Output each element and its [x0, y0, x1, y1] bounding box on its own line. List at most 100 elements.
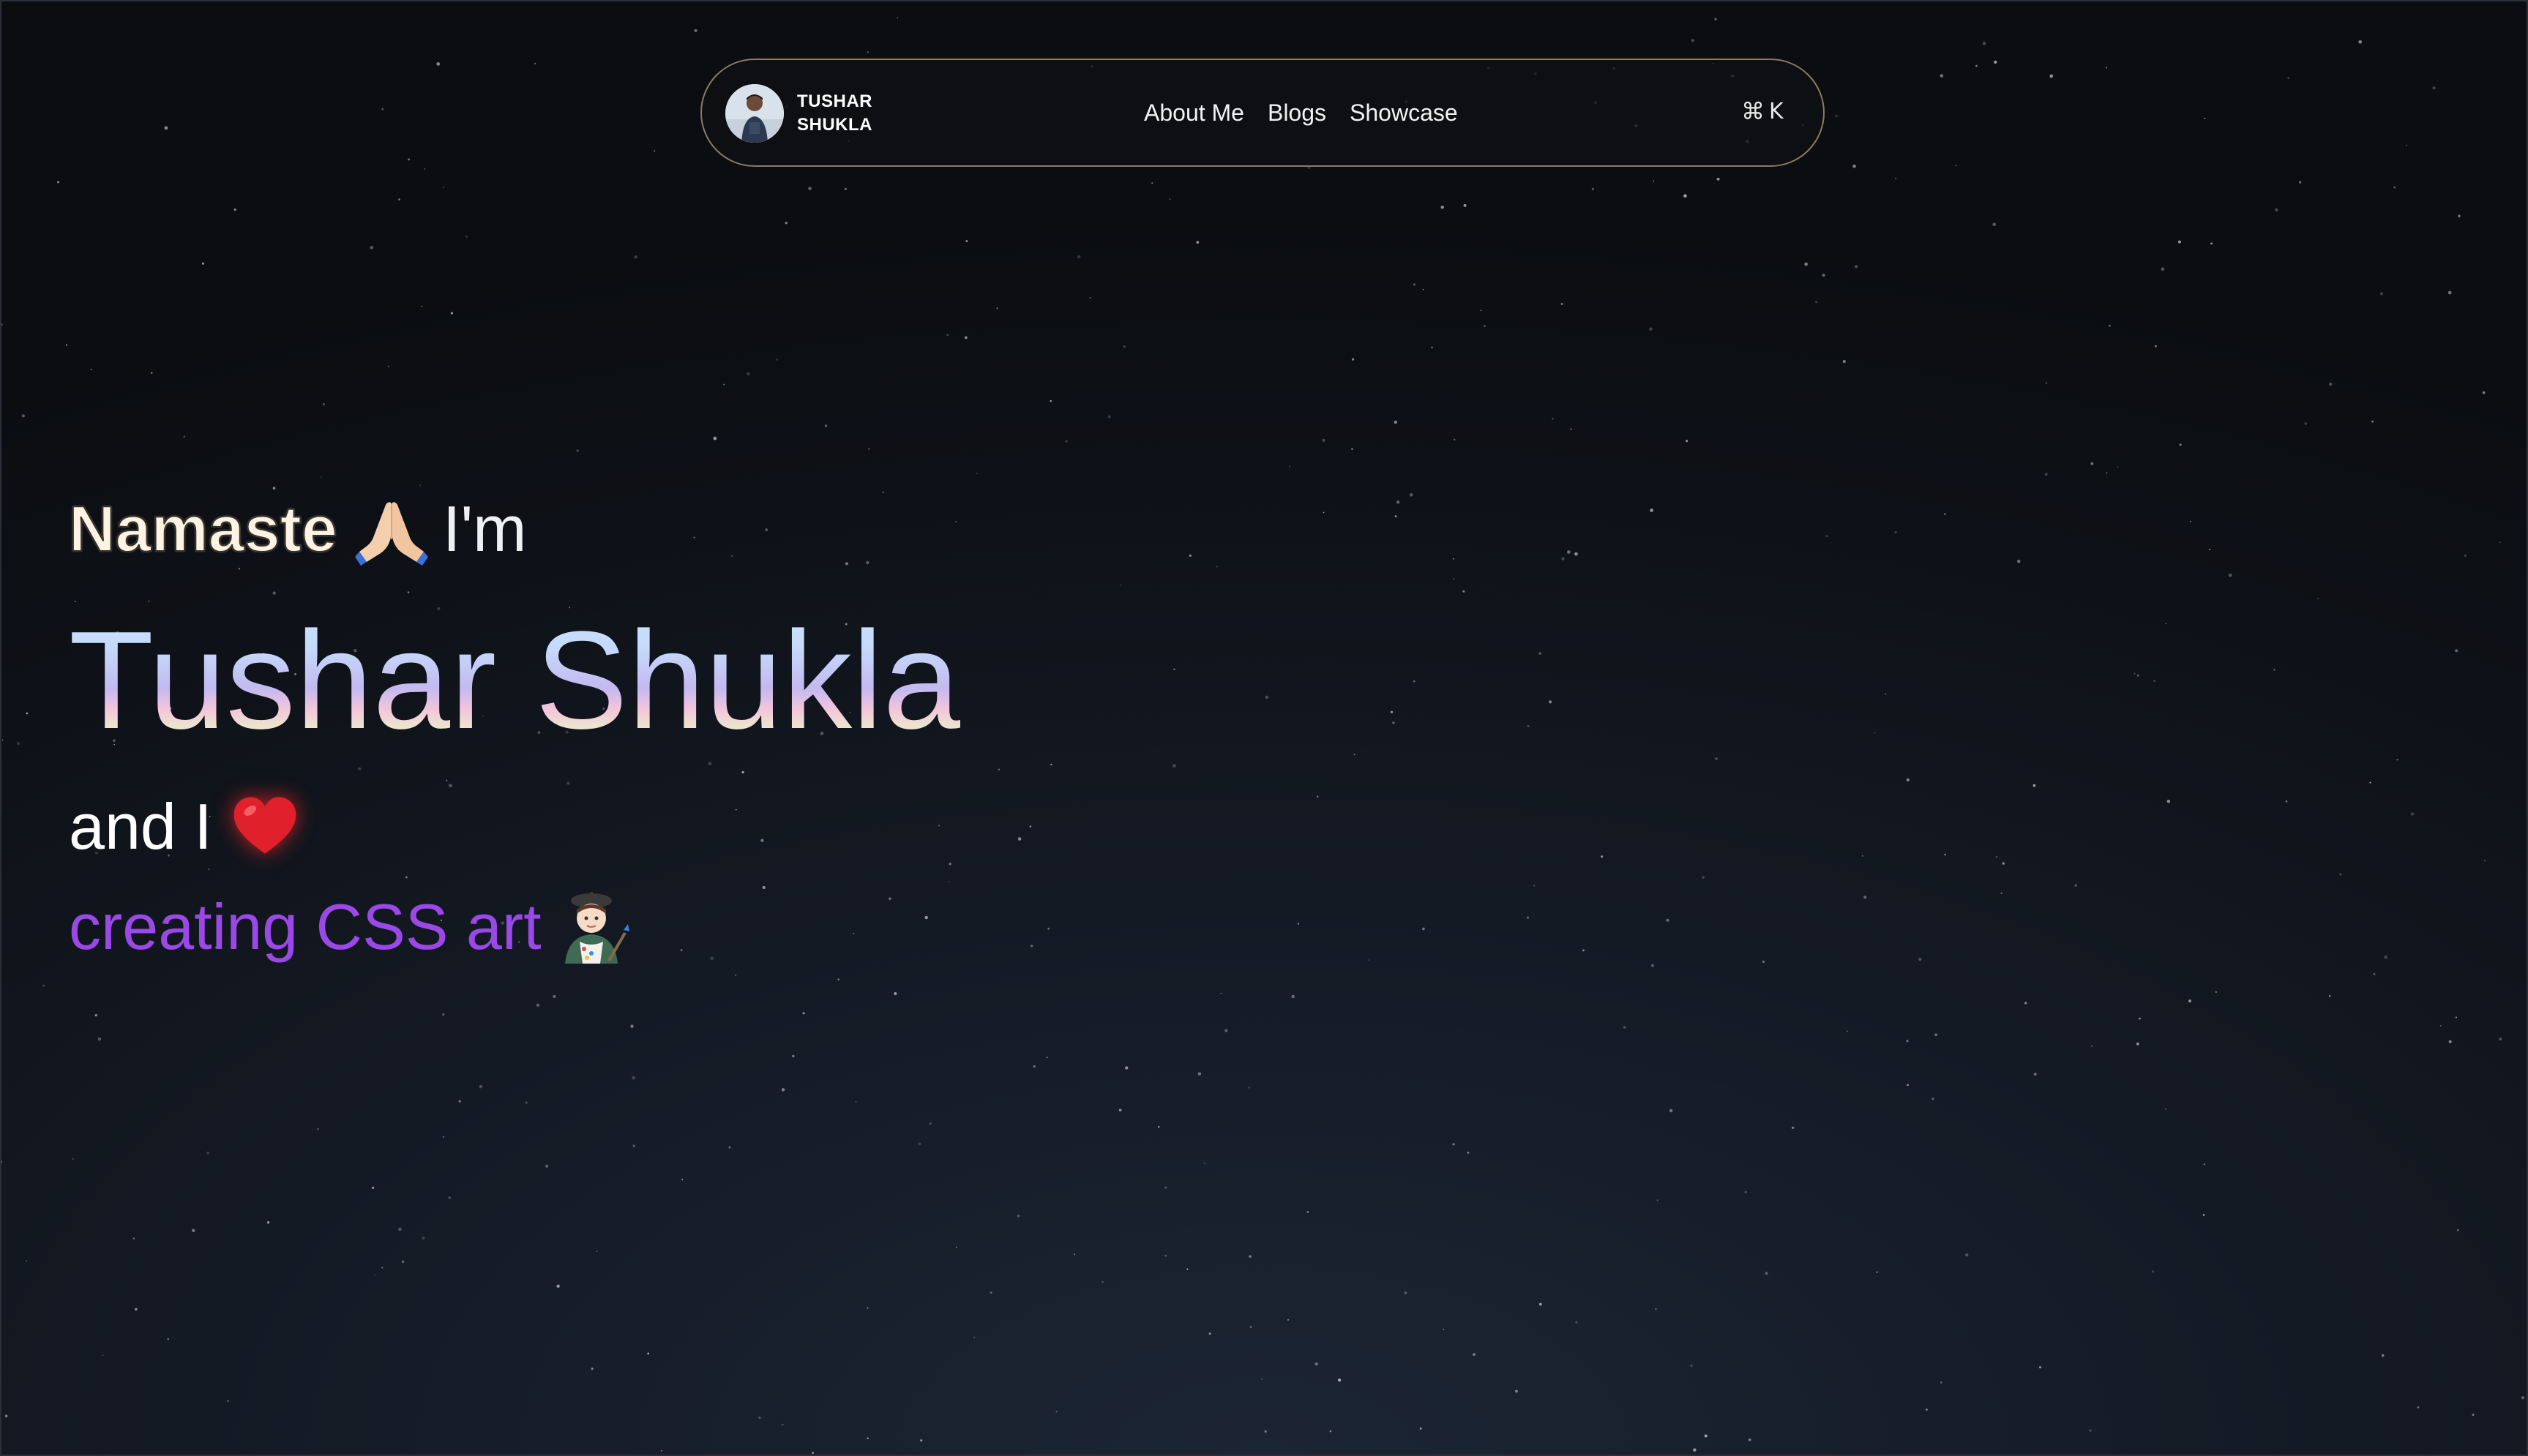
star	[398, 1227, 402, 1231]
star	[2165, 623, 2167, 625]
star	[371, 1186, 375, 1190]
star	[1716, 177, 1720, 181]
star	[2049, 74, 2054, 78]
star	[21, 414, 26, 418]
star	[1855, 265, 1858, 269]
star	[1297, 923, 1300, 925]
star	[2432, 86, 2436, 90]
nav-link-about-me[interactable]: About Me	[1144, 100, 1244, 127]
star	[2074, 884, 2077, 888]
star	[1480, 309, 1482, 312]
star	[1404, 1291, 1407, 1295]
star	[1265, 695, 1269, 699]
star	[734, 974, 737, 976]
star	[1992, 222, 1997, 227]
star	[2203, 1163, 2205, 1166]
star	[2273, 669, 2275, 671]
star	[1017, 837, 1022, 841]
star	[1189, 554, 1192, 557]
star	[866, 560, 870, 565]
star	[2202, 1214, 2205, 1216]
greeting-word: Namaste	[68, 492, 338, 566]
star	[227, 1400, 229, 1402]
folded-hands-icon	[354, 492, 428, 566]
star	[1552, 418, 1554, 420]
star	[320, 476, 322, 479]
star	[25, 1260, 28, 1262]
star	[1452, 1143, 1455, 1146]
star	[1467, 1152, 1470, 1154]
hero-name: Tushar Shukla	[69, 600, 960, 761]
star	[164, 126, 168, 130]
star	[2447, 290, 2452, 295]
star	[731, 555, 733, 557]
star	[1944, 513, 1946, 515]
star	[1050, 399, 1052, 402]
love-line: and I	[69, 787, 299, 867]
star	[2179, 443, 2182, 446]
star	[1443, 1329, 1445, 1330]
star	[1702, 876, 1705, 879]
star	[897, 17, 898, 19]
star	[1249, 1326, 1252, 1329]
star	[1077, 255, 1081, 259]
star	[2117, 466, 2119, 468]
brand-name: TUSHAR SHUKLA	[797, 90, 872, 137]
star	[844, 187, 847, 190]
star	[388, 365, 390, 367]
brand-home-link[interactable]: TUSHAR SHUKLA	[725, 84, 872, 143]
star	[450, 312, 453, 315]
shortcut-key: K	[1769, 98, 1784, 124]
star	[1453, 578, 1455, 580]
star	[965, 240, 968, 243]
star	[792, 1054, 795, 1058]
star	[693, 536, 695, 539]
star	[4, 1414, 8, 1418]
star	[1825, 535, 1828, 537]
star	[576, 449, 579, 452]
star	[1337, 1378, 1342, 1382]
star	[323, 403, 325, 405]
star	[824, 424, 828, 427]
star	[2456, 1229, 2459, 1231]
star	[723, 383, 725, 386]
star	[2106, 472, 2108, 474]
star	[1653, 180, 1655, 182]
star	[272, 591, 276, 595]
star	[381, 108, 384, 110]
star	[2134, 672, 2136, 675]
star	[534, 62, 536, 64]
star	[2017, 560, 2021, 563]
star	[1964, 1253, 1969, 1257]
star	[26, 712, 29, 715]
star	[2177, 240, 2181, 244]
star	[201, 262, 205, 265]
star	[72, 1157, 75, 1160]
star	[436, 62, 441, 66]
star	[545, 1164, 549, 1168]
star	[2151, 1270, 2155, 1273]
intro-suffix: I'm	[442, 492, 527, 565]
avatar	[725, 84, 784, 143]
star	[765, 528, 768, 531]
star	[1050, 763, 1052, 766]
star	[65, 344, 67, 346]
brand-first-name: TUSHAR	[797, 91, 872, 111]
command-palette-shortcut[interactable]: ⌘ K	[1741, 97, 1784, 125]
star	[1765, 1272, 1768, 1275]
nav-link-showcase[interactable]: Showcase	[1350, 100, 1458, 127]
star	[634, 255, 637, 259]
star	[1462, 590, 1465, 593]
star	[2499, 1037, 2502, 1041]
star	[1065, 440, 1068, 443]
star	[2210, 242, 2213, 245]
star	[747, 372, 750, 376]
star	[2105, 67, 2107, 69]
star	[708, 762, 712, 766]
star	[16, 741, 20, 746]
star	[713, 436, 717, 440]
star	[1422, 927, 1425, 931]
star	[1151, 182, 1153, 184]
nav-link-blogs[interactable]: Blogs	[1268, 100, 1326, 127]
star	[94, 1013, 97, 1017]
